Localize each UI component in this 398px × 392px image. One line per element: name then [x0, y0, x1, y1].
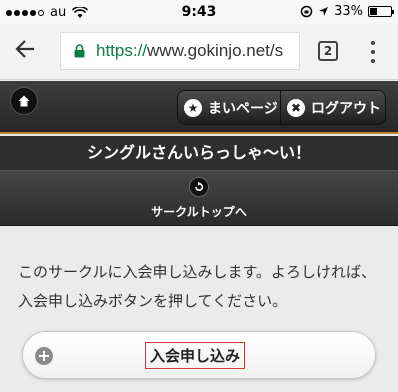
url-scheme: https://: [96, 41, 148, 60]
mypage-button[interactable]: ★ まいページ: [177, 90, 281, 125]
location-arrow-icon: [319, 7, 329, 16]
url-host: www.gokinjo.net/s: [147, 41, 284, 60]
battery-icon: [368, 6, 394, 17]
lock-icon: [74, 44, 85, 58]
join-message: このサークルに入会申し込みします。よろしければ、入会申し込みボタンを押してくださ…: [18, 263, 377, 310]
browser-toolbar: https://www.gokinjo.net/s 2: [0, 24, 398, 80]
plus-icon: +: [35, 347, 53, 365]
back-button[interactable]: [14, 38, 44, 66]
logout-button[interactable]: ✖ ログアウト: [280, 90, 386, 125]
site-header: ★ まいページ ✖ ログアウト: [0, 81, 398, 134]
page-title: シングルさんいらっしゃ〜い！: [0, 136, 398, 170]
address-bar[interactable]: https://www.gokinjo.net/s: [60, 32, 300, 70]
battery-percent: 33%: [334, 4, 363, 19]
back-arrow-icon: [15, 40, 34, 58]
overflow-menu-icon[interactable]: [368, 41, 378, 63]
star-icon: ★: [184, 98, 202, 117]
rotation-lock-icon: [300, 5, 313, 18]
home-button[interactable]: [10, 87, 38, 115]
join-request-button[interactable]: + 入会申し込み: [22, 331, 376, 379]
home-icon: [18, 95, 30, 107]
status-right: 33%: [300, 4, 394, 19]
back-circle-icon: [189, 177, 209, 197]
mypage-label: まいページ: [208, 100, 278, 117]
circle-top-button[interactable]: サークルトップへ: [0, 170, 398, 226]
logout-label: ログアウト: [311, 100, 381, 117]
status-bar: au 9:43 33%: [0, 0, 398, 24]
close-icon: ✖: [287, 98, 305, 117]
tab-switcher-button[interactable]: 2: [318, 41, 338, 61]
circle-top-label: サークルトップへ: [151, 205, 247, 219]
join-request-label: 入会申し込み: [145, 342, 246, 369]
battery-level: [370, 8, 377, 15]
